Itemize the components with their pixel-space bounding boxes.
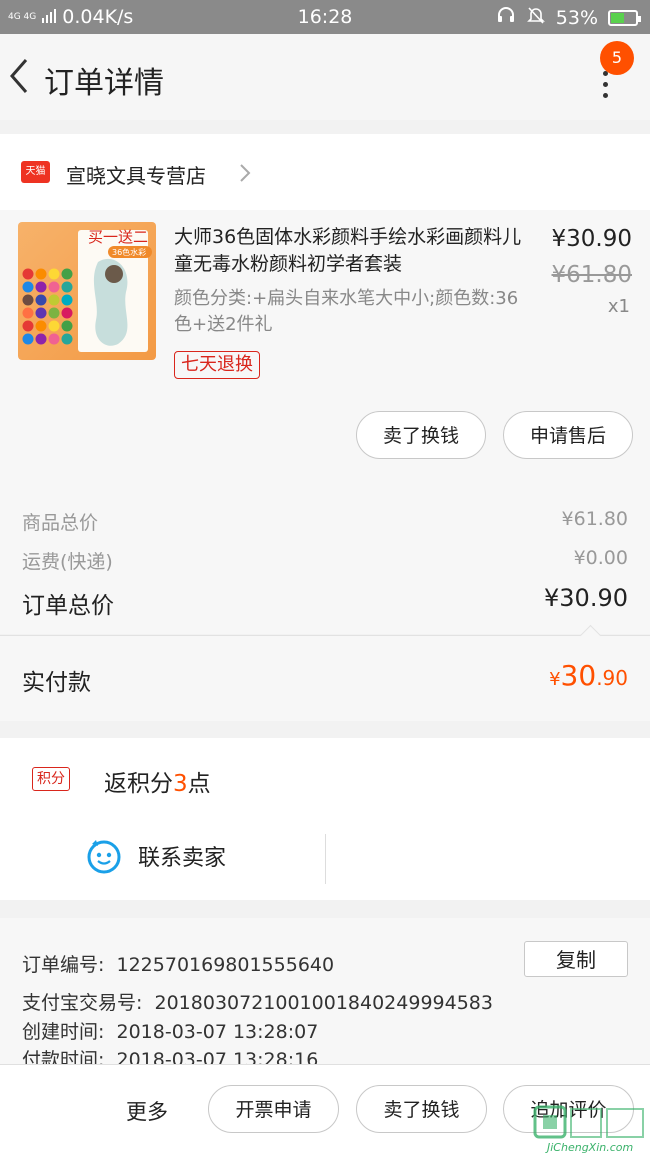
created-row: 创建时间: 2018-03-07 13:28:07: [22, 1017, 318, 1044]
copy-order-number-button[interactable]: 复制: [524, 941, 628, 977]
divider: [325, 834, 326, 884]
sell-for-cash-button[interactable]: 卖了换钱: [356, 411, 486, 459]
paint-swatch: [22, 307, 34, 319]
order-info: 订单编号: 122570169801555640 复制 支付宝交易号: 2018…: [0, 918, 650, 1064]
order-total-value: ¥30.90: [544, 584, 628, 612]
paint-swatch: [22, 333, 34, 345]
store-name: 宣晓文具专营店: [66, 164, 206, 188]
paint-swatch: [61, 268, 73, 280]
battery-percent: 53%: [555, 6, 598, 29]
paint-swatch: [48, 294, 60, 306]
paint-swatch: [61, 294, 73, 306]
paint-swatch: [35, 333, 47, 345]
points-contact-section: 积分 返积分3点 联系卖家: [0, 738, 650, 900]
paid-currency: ¥: [549, 669, 561, 690]
alipay-number: 2018030721001001840249994583: [154, 992, 493, 1014]
chevron-left-icon: [10, 59, 28, 93]
seven-day-return-tag: 七天退换: [174, 351, 260, 379]
paid-value: ¥30.90: [549, 659, 628, 692]
paint-swatch: [61, 281, 73, 293]
page-title: 订单详情: [44, 66, 164, 101]
order-total-label: 订单总价: [22, 593, 114, 619]
status-bar: 4G 4G 0.04K/s 16:28 53%: [0, 0, 650, 34]
paint-swatch: [22, 281, 34, 293]
points-count: 3: [173, 771, 188, 797]
product-spec: 颜色分类:+扁头自来水笔大中小;颜色数:36色+送2件礼: [174, 288, 519, 335]
shipping-value: ¥0.00: [573, 547, 628, 569]
image-caption: 买一送二: [88, 228, 148, 246]
sell-for-cash-bottom-button[interactable]: 卖了换钱: [356, 1085, 487, 1133]
paid-time: 2018-03-07 13:28:16: [116, 1049, 319, 1064]
points-tag: 积分: [32, 767, 70, 791]
paid-time-label: 付款时间:: [22, 1049, 105, 1064]
product-image[interactable]: 买一送二 36色水彩: [18, 222, 156, 360]
paid-decimal: .90: [596, 666, 628, 690]
paint-swatch: [48, 268, 60, 280]
goods-total-value: ¥61.80: [561, 508, 628, 530]
invoice-request-button[interactable]: 开票申请: [208, 1085, 339, 1133]
paint-swatch: [35, 268, 47, 280]
contact-seller-button[interactable]: 联系卖家: [86, 838, 226, 874]
order-number-row: 订单编号: 122570169801555640: [22, 950, 334, 977]
more-actions-button[interactable]: 更多: [126, 1096, 168, 1126]
shipping-label: 运费(快递): [22, 551, 113, 573]
alipay-label: 支付宝交易号:: [22, 992, 143, 1014]
points-prefix: 返积分: [104, 771, 173, 797]
headset-icon: [496, 5, 516, 30]
product-original-price: ¥61.80: [551, 262, 632, 288]
paid-time-row: 付款时间: 2018-03-07 13:28:16: [22, 1045, 318, 1064]
goods-total-label: 商品总价: [22, 512, 99, 534]
paint-swatch: [48, 333, 60, 345]
mute-bell-icon: [526, 5, 546, 30]
image-subcaption: 36色水彩: [112, 247, 146, 257]
contact-seller-label: 联系卖家: [138, 846, 227, 871]
paint-swatch: [48, 307, 60, 319]
more-dot: [603, 93, 608, 98]
paint-swatch: [48, 281, 60, 293]
paid-label: 实付款: [22, 670, 91, 696]
more-dot: [603, 82, 608, 87]
paint-swatch: [22, 294, 34, 306]
created-time: 2018-03-07 13:28:07: [116, 1021, 319, 1043]
nav-header: 订单详情: [0, 34, 650, 120]
watermark-text: JiChengXin.com: [547, 1141, 634, 1154]
battery-icon: [608, 9, 641, 26]
product-quantity: x1: [607, 296, 630, 317]
paint-swatch: [61, 333, 73, 345]
paid-integer: 30: [560, 659, 597, 692]
order-number-label: 订单编号:: [22, 954, 105, 976]
product-card[interactable]: 买一送二 36色水彩 大师36色固体水彩颜料手绘水彩画颜料儿童无毒水粉颜料初学者…: [0, 210, 650, 480]
back-button[interactable]: [6, 56, 36, 96]
created-label: 创建时间:: [22, 1021, 105, 1043]
notification-badge: 5: [600, 41, 634, 75]
product-title: 大师36色固体水彩颜料手绘水彩画颜料儿童无毒水粉颜料初学者套装: [174, 226, 522, 275]
alipay-row: 支付宝交易号: 2018030721001001840249994583: [22, 988, 493, 1015]
chevron-right-icon: [240, 164, 251, 182]
paint-swatch: [35, 307, 47, 319]
product-price: ¥30.90: [551, 226, 632, 252]
chat-bubble-icon: [87, 840, 121, 874]
watercolor-palette-image: 买一送二 36色水彩: [22, 228, 152, 352]
paint-swatch: [35, 320, 47, 332]
paid-amount-row: 实付款 ¥30.90: [0, 624, 650, 721]
tmall-icon: 天猫: [21, 161, 50, 183]
paint-swatch: [35, 281, 47, 293]
order-number: 122570169801555640: [116, 954, 335, 976]
after-sale-button[interactable]: 申请售后: [503, 411, 633, 459]
paint-swatch: [61, 307, 73, 319]
paint-swatch: [61, 320, 73, 332]
paint-swatch: [22, 320, 34, 332]
points-reward: 返积分3点: [104, 764, 211, 798]
price-summary: 商品总价 ¥61.80 运费(快递) ¥0.00 订单总价 ¥30.90: [0, 480, 650, 634]
store-row[interactable]: 天猫 宣晓文具专营店: [0, 134, 650, 210]
paint-swatch: [48, 320, 60, 332]
paint-swatch: [22, 268, 34, 280]
points-suffix: 点: [187, 771, 211, 797]
paint-swatch: [35, 294, 47, 306]
